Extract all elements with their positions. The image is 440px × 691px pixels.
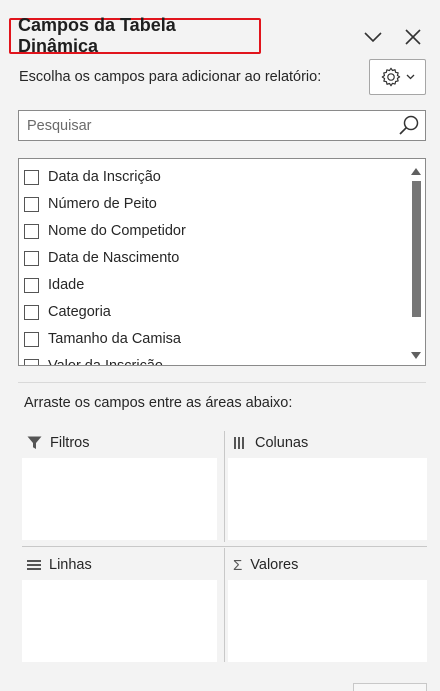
panel-title-highlight: Campos da Tabela Dinâmica <box>9 15 261 56</box>
filters-label: Filtros <box>50 435 90 451</box>
field-list-scrollbar[interactable] <box>408 159 425 365</box>
area-divider-vertical <box>224 431 225 542</box>
columns-drop-zone[interactable] <box>228 458 427 540</box>
field-item[interactable]: Categoria <box>24 301 111 323</box>
field-label: Tamanho da Camisa <box>48 331 181 347</box>
field-label: Data de Nascimento <box>48 250 180 266</box>
columns-icon <box>234 437 244 449</box>
scroll-up-arrow-icon[interactable] <box>411 168 421 175</box>
field-label: Valor da Inscrição <box>48 358 163 366</box>
choose-fields-label: Escolha os campos para adicionar ao rela… <box>19 69 322 85</box>
field-checkbox[interactable] <box>24 250 39 266</box>
search-input[interactable] <box>19 111 396 140</box>
values-drop-zone[interactable] <box>228 580 427 662</box>
search-box <box>18 110 426 141</box>
rows-drop-zone[interactable] <box>22 580 217 662</box>
rows-icon <box>27 560 41 570</box>
close-button[interactable] <box>402 26 424 48</box>
area-divider-vertical <box>224 548 225 662</box>
field-checkbox[interactable] <box>24 196 39 212</box>
field-label: Idade <box>48 277 85 293</box>
field-checkbox[interactable] <box>24 304 39 320</box>
search-icon[interactable] <box>396 113 422 139</box>
chevron-down-icon <box>364 32 382 43</box>
field-item[interactable]: Valor da Inscrição <box>24 355 163 366</box>
rows-label: Linhas <box>49 557 92 573</box>
field-item[interactable]: Data de Nascimento <box>24 247 179 269</box>
field-item[interactable]: Número de Peito <box>24 193 157 215</box>
field-label: Data da Inscrição <box>48 169 161 185</box>
field-item[interactable]: Data da Inscrição <box>24 166 161 188</box>
close-icon <box>405 29 421 45</box>
field-item[interactable]: Idade <box>24 274 84 296</box>
filters-area-header: Filtros <box>27 431 89 455</box>
field-label: Número de Peito <box>48 196 157 212</box>
field-item[interactable]: Nome do Competidor <box>24 220 186 242</box>
collapse-button[interactable] <box>362 26 384 48</box>
columns-label: Colunas <box>255 435 309 451</box>
field-checkbox[interactable] <box>24 331 39 347</box>
scroll-thumb[interactable] <box>412 181 421 317</box>
columns-area-header: Colunas <box>233 431 308 455</box>
field-item[interactable]: Tamanho da Camisa <box>24 328 181 350</box>
rows-area-header: Linhas <box>27 553 92 577</box>
filter-icon <box>27 436 42 449</box>
field-checkbox[interactable] <box>24 358 39 365</box>
values-label: Valores <box>250 557 299 573</box>
sigma-icon: Σ <box>233 556 243 574</box>
drag-instruction-label: Arraste os campos entre as áreas abaixo: <box>24 395 293 411</box>
dropdown-arrow-icon <box>406 74 415 80</box>
gear-icon <box>381 67 401 87</box>
field-settings-button[interactable] <box>369 59 426 95</box>
field-checkbox[interactable] <box>24 223 39 239</box>
field-list: Data da Inscrição Número de Peito Nome d… <box>18 158 426 366</box>
field-label: Categoria <box>48 304 111 320</box>
scroll-down-arrow-icon[interactable] <box>411 352 421 359</box>
field-label: Nome do Competidor <box>48 223 186 239</box>
field-checkbox[interactable] <box>24 277 39 293</box>
update-button[interactable] <box>353 683 427 691</box>
panel-title: Campos da Tabela Dinâmica <box>18 15 176 56</box>
section-divider <box>18 382 426 383</box>
values-area-header: Σ Valores <box>233 553 298 577</box>
field-checkbox[interactable] <box>24 169 39 185</box>
area-divider-horizontal <box>22 546 427 547</box>
filters-drop-zone[interactable] <box>22 458 217 540</box>
